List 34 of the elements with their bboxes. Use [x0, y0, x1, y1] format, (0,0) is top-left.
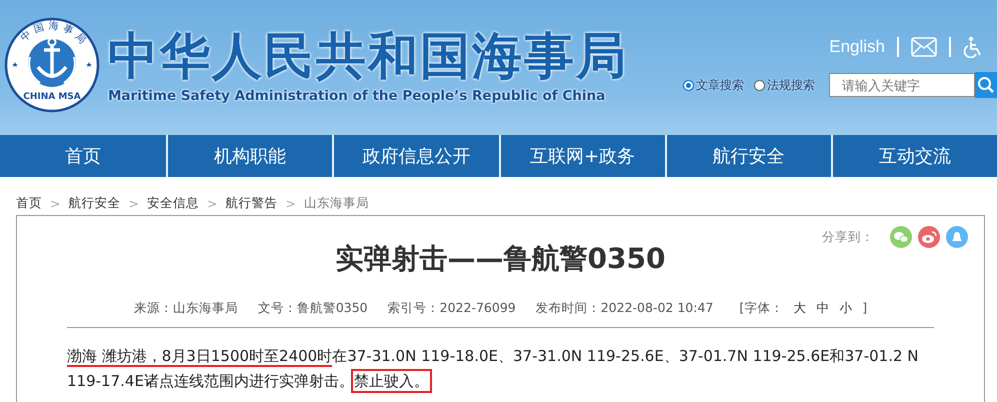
nav-item[interactable]: 政府信息公开	[332, 135, 498, 177]
breadcrumb-separator: >	[285, 196, 296, 210]
meta-text: 文号：鲁航警0350	[258, 300, 368, 317]
breadcrumb-link[interactable]: 山东海事局	[304, 194, 369, 212]
nav-item[interactable]: 航行安全	[664, 135, 831, 177]
font-size-link[interactable]: 中	[816, 300, 830, 317]
breadcrumb-link[interactable]: 航行安全	[68, 194, 120, 212]
breadcrumb-separator: >	[128, 196, 139, 210]
site-subtitle: Maritime Safety Administration of the People’s Republic of China	[108, 88, 606, 104]
site-title: 中华人民共和国海事局	[108, 26, 628, 86]
breadcrumb-link[interactable]: 安全信息	[146, 194, 199, 212]
font-size-bracket: ]	[862, 300, 868, 317]
article-body: 渤海 潍坊港，8月3日1500时至2400时在37-31.0N 119-18.0E、37-31.0N 119-25.6E、37-01.7N 119-25.6E和37-01.2 N 119-17.4E诸点连线范围内进行实弹射击。禁止驶入。	[67, 344, 934, 394]
breadcrumb-link[interactable]: 航行警告	[225, 194, 278, 212]
meta-text: 索引号：2022-76099	[388, 300, 516, 317]
font-size-link[interactable]: 小	[839, 300, 852, 317]
breadcrumb-separator: >	[50, 196, 60, 210]
search-scope-radio[interactable]: 文章搜索	[683, 76, 744, 94]
meta-text: 来源：山东海事局	[134, 300, 238, 317]
nav-item[interactable]: 首页	[0, 135, 166, 177]
share-label: 分享到：	[822, 228, 874, 246]
nav-item[interactable]: 互动交流	[830, 135, 997, 177]
emblem-bottom-text: CHINA MSA	[23, 92, 81, 102]
breadcrumb-link[interactable]: 首页	[16, 194, 42, 212]
nav-item[interactable]: 机构职能	[166, 135, 332, 177]
search-field[interactable]: 请输入关键字	[829, 73, 975, 97]
font-size-link[interactable]: 大	[793, 300, 806, 317]
breadcrumb-separator: >	[206, 196, 218, 210]
font-size-label: [字体：	[739, 300, 784, 317]
search-scope-radio[interactable]: 法规搜索	[754, 76, 815, 94]
emblem-ring-text: 中国海事局	[18, 20, 90, 49]
meta-text: 发布时间：2022-08-02 10:47	[536, 300, 714, 317]
nav-item[interactable]: 互联网+政务	[498, 135, 665, 177]
article-title: 实弹射击——鲁航警0350	[334, 241, 666, 277]
